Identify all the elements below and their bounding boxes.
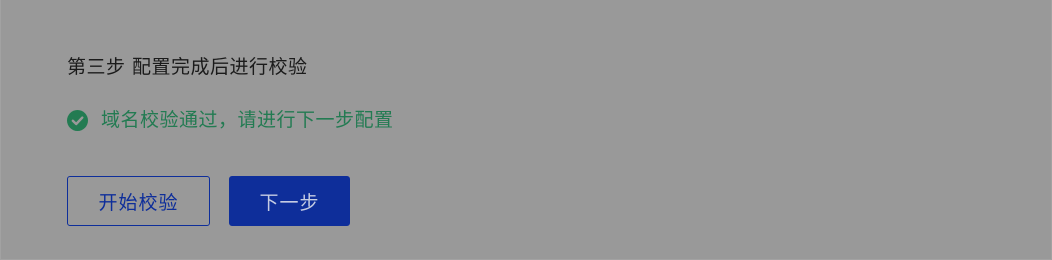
check-circle-icon — [67, 109, 88, 131]
start-verify-button[interactable]: 开始校验 — [67, 176, 210, 226]
verification-panel: 第三步 配置完成后进行校验 域名校验通过，请进行下一步配置 开始校验 下一步 — [0, 0, 1052, 260]
next-step-button[interactable]: 下一步 — [229, 176, 350, 226]
verification-status: 域名校验通过，请进行下一步配置 — [67, 107, 394, 133]
status-message: 域名校验通过，请进行下一步配置 — [101, 109, 394, 131]
step-title: 第三步 配置完成后进行校验 — [67, 56, 308, 78]
